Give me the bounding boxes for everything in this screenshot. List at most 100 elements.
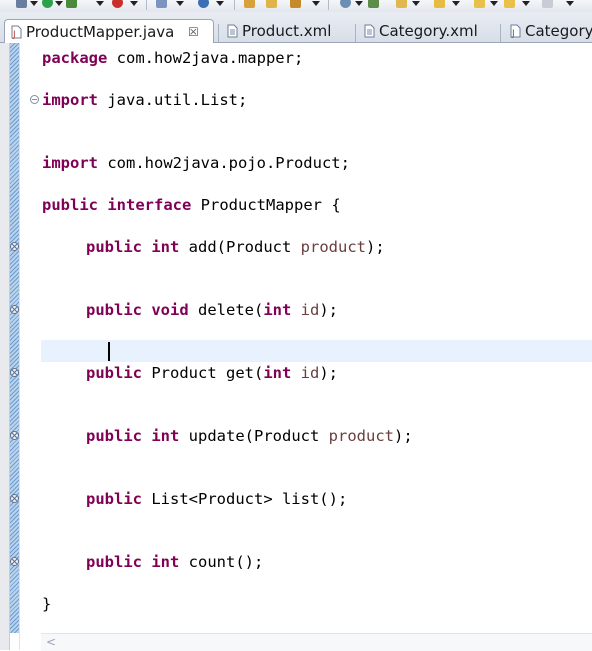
main-toolbar bbox=[0, 0, 592, 12]
last-edit-icon[interactable] bbox=[396, 0, 407, 8]
code-text-span: ProductMapper { bbox=[191, 196, 341, 214]
tab-product-xml[interactable]: Product.xml bbox=[221, 19, 355, 43]
code-line[interactable]: public void delete(int id); bbox=[86, 299, 338, 321]
editor-left-border bbox=[0, 43, 9, 650]
keyword: public bbox=[86, 490, 142, 508]
code-line[interactable]: public Product get(int id); bbox=[86, 362, 338, 384]
back-dropdown-arrow[interactable] bbox=[490, 1, 498, 6]
run-icon[interactable] bbox=[42, 0, 53, 8]
debug-dropdown-arrow[interactable] bbox=[30, 1, 38, 6]
back-icon[interactable] bbox=[474, 0, 485, 8]
toolbar-separator bbox=[146, 0, 147, 10]
last-edit-dropdown-arrow[interactable] bbox=[412, 1, 420, 6]
code-line[interactable]: import java.util.List; bbox=[42, 89, 247, 111]
pin-icon[interactable] bbox=[434, 0, 445, 8]
code-text-span: ); bbox=[393, 427, 413, 445]
keyword: package bbox=[42, 49, 108, 67]
scroll-left-icon[interactable]: < bbox=[46, 635, 56, 649]
parameter: id bbox=[291, 301, 320, 319]
warning-marker-icon[interactable] bbox=[10, 242, 19, 251]
new-server-icon[interactable] bbox=[156, 0, 167, 8]
annotation-icon[interactable] bbox=[340, 0, 351, 8]
code-line[interactable]: public interface ProductMapper { bbox=[42, 194, 341, 216]
navigate-dropdown-arrow[interactable] bbox=[566, 1, 574, 6]
open-resource-icon[interactable] bbox=[266, 0, 277, 8]
code-line[interactable]: package com.how2java.mapper; bbox=[42, 47, 303, 69]
code-text-span: Product get( bbox=[142, 364, 264, 382]
keyword: public bbox=[86, 301, 142, 319]
code-text-span: java.util.List; bbox=[98, 91, 248, 109]
code-text-span: delete( bbox=[188, 301, 264, 319]
tab-separator bbox=[500, 24, 501, 42]
keyword: void bbox=[151, 301, 189, 319]
annotation-dropdown-arrow[interactable] bbox=[355, 1, 363, 6]
keyword: public bbox=[86, 364, 142, 382]
code-text-span: ); bbox=[366, 238, 385, 256]
code-line[interactable]: public int count(); bbox=[86, 551, 263, 573]
tab-separator bbox=[218, 24, 219, 42]
warning-marker-icon[interactable] bbox=[10, 368, 19, 377]
tab-label: Category bbox=[525, 22, 592, 40]
warning-marker-icon[interactable] bbox=[10, 431, 19, 440]
code-line[interactable]: public int add(Product product); bbox=[86, 236, 385, 258]
new-class-dropdown-arrow[interactable] bbox=[216, 1, 224, 6]
keyword: public bbox=[42, 196, 98, 214]
xml-file-icon bbox=[364, 24, 375, 38]
tab-category-java[interactable]: J Category bbox=[504, 19, 592, 43]
code-text-span: com.how2java.mapper; bbox=[107, 49, 304, 67]
external-tools-dropdown-arrow[interactable] bbox=[130, 1, 138, 6]
keyword: int bbox=[151, 427, 180, 445]
svg-text:J: J bbox=[511, 29, 515, 38]
close-tab-icon[interactable]: ☒ bbox=[188, 20, 199, 44]
text-caret bbox=[108, 342, 110, 361]
keyword: import bbox=[42, 91, 98, 109]
code-text-span: ); bbox=[319, 301, 338, 319]
new-class-icon[interactable] bbox=[198, 0, 209, 8]
coverage-icon[interactable] bbox=[66, 0, 77, 8]
tab-label: Category.xml bbox=[379, 22, 478, 40]
pin-dropdown-arrow[interactable] bbox=[452, 1, 460, 6]
keyword: int bbox=[263, 301, 292, 319]
code-text-span: com.how2java.pojo.Product; bbox=[98, 154, 350, 172]
external-tools-icon[interactable] bbox=[112, 0, 123, 8]
forward-dropdown-arrow[interactable] bbox=[522, 1, 530, 6]
code-line[interactable]: } bbox=[42, 593, 51, 615]
coverage-dropdown-arrow[interactable] bbox=[96, 1, 104, 6]
keyword: int bbox=[263, 364, 292, 382]
debug-icon[interactable] bbox=[16, 0, 27, 8]
tab-label: ProductMapper.java bbox=[26, 23, 175, 41]
tab-productmapper-java[interactable]: J ProductMapper.java ☒ bbox=[4, 19, 214, 44]
code-text-span: } bbox=[42, 595, 52, 613]
parameter: id bbox=[291, 364, 320, 382]
tab-separator bbox=[355, 24, 356, 42]
code-line[interactable]: public List<Product> list(); bbox=[86, 488, 347, 510]
new-server-dropdown-arrow[interactable] bbox=[176, 1, 184, 6]
code-line[interactable]: import com.how2java.pojo.Product; bbox=[42, 152, 350, 174]
next-annotation-icon[interactable] bbox=[368, 0, 379, 8]
fold-imports-icon[interactable]: − bbox=[30, 95, 39, 104]
editor-tab-bar: J ProductMapper.java ☒ Product.xml Categ… bbox=[0, 12, 592, 44]
code-line[interactable]: public int update(Product product); bbox=[86, 425, 413, 447]
tab-label: Product.xml bbox=[242, 22, 332, 40]
warning-marker-icon[interactable] bbox=[10, 305, 19, 314]
navigate-icon[interactable] bbox=[542, 0, 553, 8]
run-dropdown-arrow[interactable] bbox=[55, 1, 63, 6]
forward-icon[interactable] bbox=[504, 0, 515, 8]
code-text-span: update(Product bbox=[179, 427, 329, 445]
open-type-icon[interactable] bbox=[244, 0, 255, 8]
code-text-span: count(); bbox=[179, 553, 264, 571]
tab-category-xml[interactable]: Category.xml bbox=[358, 19, 498, 43]
change-ruler[interactable] bbox=[10, 43, 19, 633]
code-editor[interactable]: − package com.how2java.mapper; import ja… bbox=[0, 43, 592, 651]
warning-marker-icon[interactable] bbox=[10, 557, 19, 566]
search-dropdown-arrow[interactable] bbox=[312, 1, 320, 6]
java-file-icon: J bbox=[11, 25, 22, 39]
svg-text:J: J bbox=[12, 30, 16, 39]
folding-column bbox=[28, 43, 40, 633]
search-icon[interactable] bbox=[290, 0, 301, 8]
keyword: public bbox=[86, 238, 142, 256]
warning-marker-icon[interactable] bbox=[10, 494, 19, 503]
xml-file-icon bbox=[227, 24, 238, 38]
keyword: import bbox=[42, 154, 98, 172]
horizontal-scrollbar[interactable]: < bbox=[41, 633, 592, 651]
